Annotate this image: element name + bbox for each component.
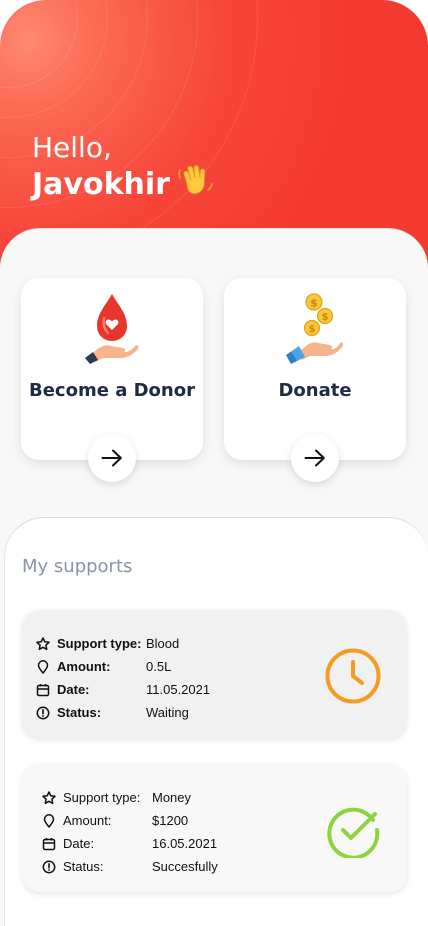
donate-title: Donate bbox=[278, 380, 352, 401]
star-icon bbox=[42, 790, 56, 805]
svg-text:$: $ bbox=[322, 312, 329, 323]
field-value: 0.5L bbox=[146, 659, 172, 674]
alert-circle-icon bbox=[36, 706, 50, 720]
field-value: $1200 bbox=[152, 813, 189, 828]
support-type-row: Support type: Money bbox=[42, 786, 218, 809]
become-donor-title: Become a Donor bbox=[29, 380, 195, 401]
field-label: Date: bbox=[63, 836, 95, 851]
coins-hand-icon: $ $ $ bbox=[280, 288, 350, 364]
section-title: My supports bbox=[22, 556, 133, 577]
become-donor-arrow-button[interactable] bbox=[88, 434, 136, 482]
greeting-text: Hello, bbox=[32, 131, 112, 164]
field-label: Date: bbox=[57, 682, 90, 697]
alert-circle-icon bbox=[42, 860, 56, 874]
amount-row: Amount: $1200 bbox=[42, 809, 218, 832]
arrow-right-icon bbox=[101, 449, 122, 467]
app-screen: Hello, Javokhir Become a Donor $ $ $ Don… bbox=[0, 0, 428, 926]
main-content: Become a Donor $ $ $ Donate My supports … bbox=[0, 228, 428, 926]
star-icon bbox=[36, 636, 50, 651]
donate-card[interactable]: $ $ $ Donate bbox=[224, 278, 406, 482]
location-pin-icon bbox=[36, 659, 50, 674]
my-supports-panel: My supports Support type: Blood Amount: … bbox=[4, 517, 428, 926]
waving-hand-icon bbox=[178, 164, 214, 207]
blood-drop-hand-icon bbox=[77, 288, 147, 364]
field-label: Support type: bbox=[57, 636, 142, 651]
clock-icon bbox=[325, 648, 381, 704]
field-value: Blood bbox=[146, 636, 180, 651]
svg-text:$: $ bbox=[310, 297, 318, 310]
location-pin-icon bbox=[42, 813, 56, 828]
support-details: Support type: Blood Amount: 0.5L Date: 1… bbox=[36, 632, 210, 724]
become-donor-card[interactable]: Become a Donor bbox=[21, 278, 203, 482]
field-label: Amount: bbox=[63, 813, 112, 828]
field-value: 16.05.2021 bbox=[152, 836, 218, 851]
check-circle-icon bbox=[325, 802, 381, 860]
donate-arrow-button[interactable] bbox=[291, 434, 339, 482]
field-value: 11.05.2021 bbox=[146, 682, 211, 697]
calendar-icon bbox=[36, 683, 50, 697]
field-value: Succesfully bbox=[152, 859, 218, 874]
arrow-right-icon bbox=[304, 449, 325, 467]
field-label: Status: bbox=[63, 859, 104, 874]
status-row: Status: Waiting bbox=[36, 701, 210, 724]
support-card[interactable]: Support type: Money Amount: $1200 Date: … bbox=[22, 764, 407, 892]
svg-text:$: $ bbox=[309, 324, 316, 335]
date-row: Date: 16.05.2021 bbox=[42, 832, 218, 855]
user-name-line: Javokhir bbox=[32, 164, 214, 207]
field-value: Waiting bbox=[146, 705, 189, 720]
amount-row: Amount: 0.5L bbox=[36, 655, 210, 678]
support-details: Support type: Money Amount: $1200 Date: … bbox=[42, 786, 218, 878]
field-label: Support type: bbox=[63, 790, 141, 805]
support-card[interactable]: Support type: Blood Amount: 0.5L Date: 1… bbox=[22, 610, 407, 738]
field-label: Status: bbox=[57, 705, 102, 720]
field-value: Money bbox=[152, 790, 192, 805]
user-name: Javokhir bbox=[32, 167, 170, 202]
date-row: Date: 11.05.2021 bbox=[36, 678, 210, 701]
support-type-row: Support type: Blood bbox=[36, 632, 210, 655]
calendar-icon bbox=[42, 837, 56, 851]
field-label: Amount: bbox=[57, 659, 111, 674]
status-row: Status: Succesfully bbox=[42, 855, 218, 878]
